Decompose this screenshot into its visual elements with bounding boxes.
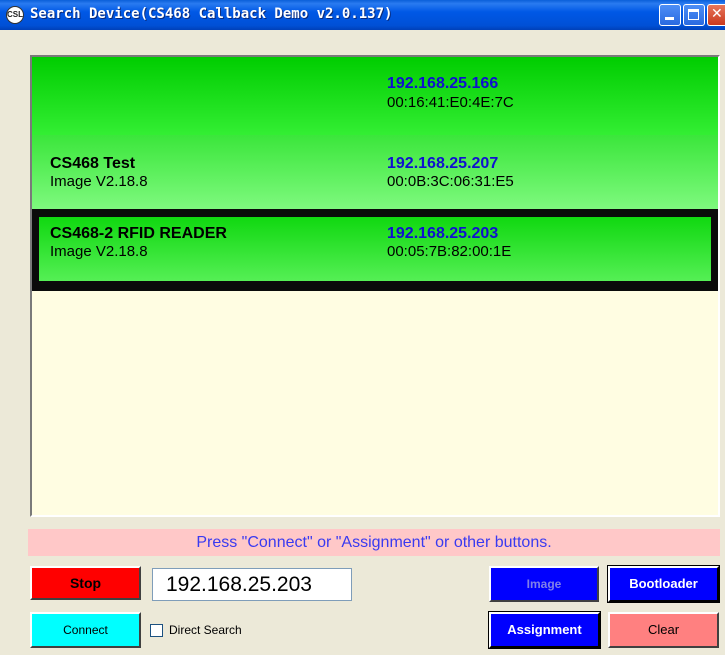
device-ip: 192.168.25.166 [387,75,499,92]
close-button[interactable] [707,4,725,26]
selected-row-highlight: CS468-2 RFID READER Image V2.18.8 192.16… [39,217,711,281]
device-mac: 00:0B:3C:06:31:E5 [387,173,514,190]
stop-button[interactable]: Stop [30,566,141,600]
app-logo-icon: CSL [6,6,24,24]
window-title: Search Device(CS468 Callback Demo v2.0.1… [30,6,393,22]
device-mac: 00:16:41:E0:4E:7C [387,94,514,111]
connect-button[interactable]: Connect [30,612,141,648]
device-name: CS468-2 RFID READER [50,225,227,242]
device-version: Image V2.18.8 [50,173,148,190]
ip-address-field[interactable]: 192.168.25.203 [152,568,352,601]
device-mac: 00:05:7B:82:00:1E [387,243,512,260]
device-version: Image V2.18.8 [50,243,148,260]
direct-search-checkbox[interactable] [150,624,163,637]
minimize-button[interactable] [659,4,681,26]
title-bar[interactable]: CSL Search Device(CS468 Callback Demo v2… [0,0,725,30]
device-row[interactable]: CS468 Test Image V2.18.8 192.168.25.207 … [32,135,718,209]
device-ip: 192.168.25.207 [387,155,499,172]
bootloader-button[interactable]: Bootloader [607,565,720,603]
device-row[interactable]: 192.168.25.166 00:16:41:E0:4E:7C [32,57,718,135]
status-message: Press "Connect" or "Assignment" or other… [28,529,720,556]
image-button[interactable]: Image [489,566,599,602]
maximize-button[interactable] [683,4,705,26]
device-name: CS468 Test [50,155,136,172]
device-row-selected[interactable]: CS468-2 RFID READER Image V2.18.8 192.16… [32,209,718,291]
device-list[interactable]: 192.168.25.166 00:16:41:E0:4E:7C CS468 T… [30,55,720,517]
clear-button[interactable]: Clear [608,612,719,648]
direct-search-label[interactable]: Direct Search [169,623,242,637]
assignment-button[interactable]: Assignment [488,611,601,649]
device-ip: 192.168.25.203 [387,225,499,242]
